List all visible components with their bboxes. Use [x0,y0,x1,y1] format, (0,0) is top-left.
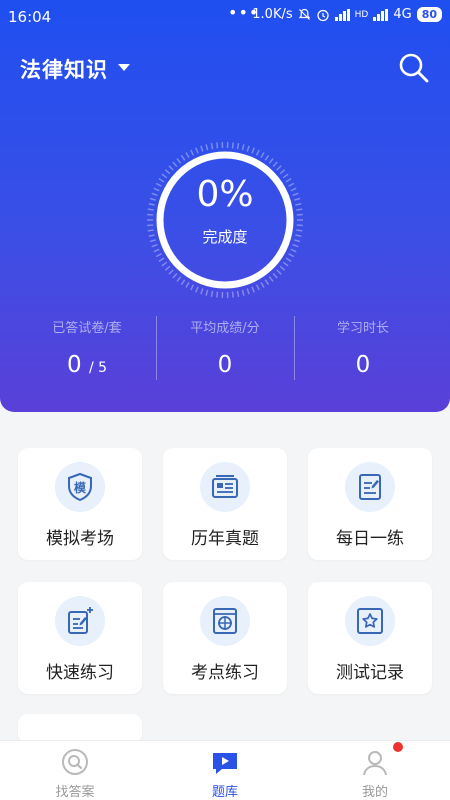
menu-mock-exam[interactable]: 模 模拟考场 [18,448,142,560]
alarm-icon [316,9,329,21]
cell-signal-icon [373,8,389,21]
status-bar: 16:04 ••• 1.0K/s HD 4G 80 [0,0,450,32]
menu-test-records[interactable]: 测试记录 [308,582,432,694]
tab-label: 我的 [361,785,388,800]
stat-papers: 已答试卷/套 0 / 5 [18,314,156,382]
progress-ring: 0% 完成度 [145,140,305,300]
net-speed: 1.0K/s [252,7,293,22]
tab-label: 找答案 [55,785,95,800]
battery-badge: 80 [416,7,442,22]
tab-question-bank[interactable]: 题库 [150,741,300,800]
user-icon [363,751,387,776]
svg-text:模: 模 [74,480,87,495]
menu-label: 模拟考场 [46,529,114,549]
stats-row: 已答试卷/套 0 / 5 平均成绩/分 0 学习时长 0 [18,314,432,382]
search-icon [62,749,88,775]
stat-value-wrap: 0 / 5 [18,352,156,378]
play-flag-icon [213,753,237,774]
star-icon [357,608,383,634]
menu-label: 快速练习 [46,663,114,683]
menu-daily-practice[interactable]: 每日一练 [308,448,432,560]
quick-edit-icon [68,607,93,634]
wifi-signal-icon [334,8,350,21]
stat-study-time: 学习时长 0 [294,314,432,382]
newspaper-icon [212,475,238,498]
menu-label: 测试记录 [336,663,404,683]
mute-icon [298,8,310,20]
icon-circle: 模 [55,462,105,512]
search-icon [399,53,429,83]
icon-circle [345,596,395,646]
progress-label: 完成度 [202,228,248,246]
status-time: 16:04 [8,8,52,26]
caret-down-icon[interactable] [118,64,130,71]
menu-label: 每日一练 [336,529,404,549]
menu-quick-practice[interactable]: 快速练习 [18,582,142,694]
progress-percent: 0% [196,174,254,215]
stat-label: 学习时长 [336,321,389,336]
tab-find-answer[interactable]: 找答案 [0,741,150,800]
tab-mine[interactable]: 我的 [300,741,450,800]
icon-circle [200,596,250,646]
top-bar: 法律知识 [0,50,450,86]
hero-panel: 16:04 ••• 1.0K/s HD 4G 80 法律知识 0% 完成度 已答… [0,0,450,412]
notification-dot [393,742,403,752]
category-title[interactable]: 法律知识 [20,54,108,84]
tab-label: 题库 [211,785,238,800]
icon-circle [345,462,395,512]
network-type: 4G [393,7,412,22]
stat-value: 0 [355,352,371,378]
menu-label: 考点练习 [191,663,259,683]
icon-circle [55,596,105,646]
stat-avg-score: 平均成绩/分 0 [156,314,294,382]
shield-mo-icon: 模 [68,472,92,502]
stat-label: 已答试卷/套 [52,321,122,336]
menu-label: 历年真题 [191,529,259,549]
notepad-icon [359,474,381,500]
stat-label: 平均成绩/分 [190,321,260,336]
icon-circle [200,462,250,512]
progress-ring-graphic [147,142,303,298]
stat-value: 0 [217,352,233,378]
menu-past-papers[interactable]: 历年真题 [163,448,287,560]
stat-total: / 5 [88,360,108,376]
hd-label: HD [354,9,369,20]
search-button[interactable] [396,50,436,86]
menu-keypoint-practice[interactable]: 考点练习 [163,582,287,694]
stat-value: 0 [66,352,82,378]
bottom-tab-bar: 找答案 题库 我的 [0,740,450,800]
target-icon [213,608,237,634]
